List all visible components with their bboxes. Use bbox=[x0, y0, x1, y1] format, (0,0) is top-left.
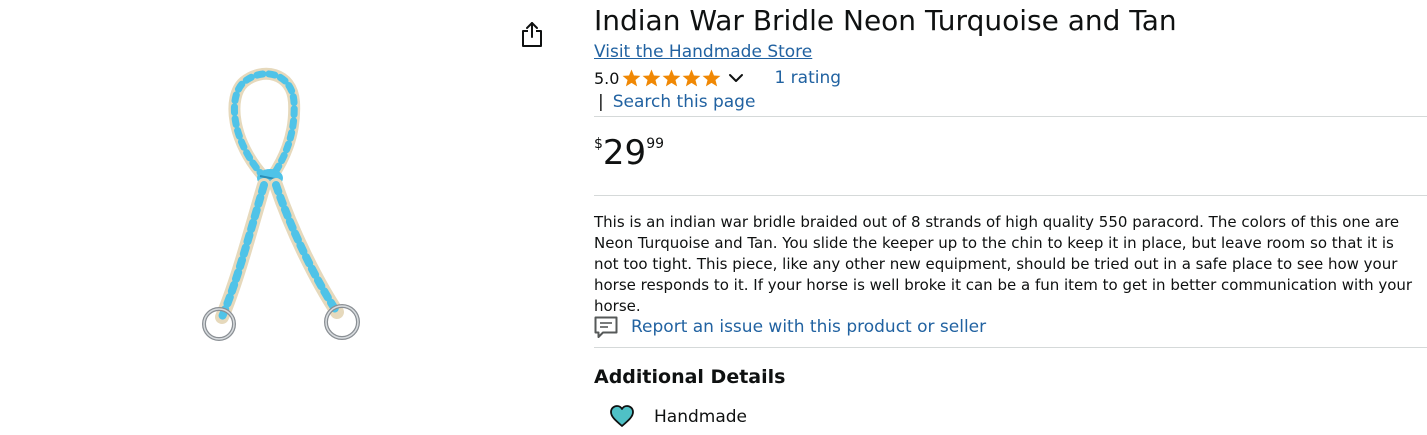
price-fraction: 99 bbox=[646, 136, 665, 152]
product-description: This is an indian war bridle braided out… bbox=[594, 213, 1413, 315]
separator: | bbox=[598, 92, 604, 112]
heart-icon bbox=[610, 405, 634, 427]
star-rating[interactable] bbox=[622, 69, 722, 87]
star-icon bbox=[663, 69, 681, 87]
product-image[interactable] bbox=[192, 62, 372, 352]
price-symbol: $ bbox=[594, 136, 603, 152]
chevron-down-icon[interactable] bbox=[728, 73, 744, 83]
star-icon bbox=[683, 69, 701, 87]
search-page-link[interactable]: Search this page bbox=[613, 92, 756, 112]
report-issue-link[interactable]: Report an issue with this product or sel… bbox=[631, 317, 986, 337]
divider bbox=[594, 116, 1427, 117]
report-icon bbox=[594, 316, 618, 338]
star-icon bbox=[623, 69, 641, 87]
star-icon bbox=[703, 69, 721, 87]
rating-value: 5.0 bbox=[594, 68, 620, 88]
star-icon bbox=[643, 69, 661, 87]
rating-row: 5.0 1 rating bbox=[594, 66, 841, 90]
search-page-row: | Search this page bbox=[598, 92, 755, 112]
additional-details-heading: Additional Details bbox=[594, 366, 786, 388]
divider bbox=[594, 195, 1427, 196]
price: $2999 bbox=[594, 133, 664, 173]
handmade-label: Handmade bbox=[654, 407, 747, 427]
price-whole: 29 bbox=[602, 133, 647, 173]
image-gallery bbox=[0, 0, 570, 435]
visit-store-link[interactable]: Visit the Handmade Store bbox=[594, 42, 812, 62]
share-icon[interactable] bbox=[519, 20, 545, 48]
report-issue-row[interactable]: Report an issue with this product or sel… bbox=[594, 315, 986, 339]
rating-count-link[interactable]: 1 rating bbox=[774, 68, 841, 88]
product-title: Indian War Bridle Neon Turquoise and Tan bbox=[594, 4, 1177, 37]
handmade-badge: Handmade bbox=[610, 405, 747, 427]
divider bbox=[594, 347, 1427, 348]
